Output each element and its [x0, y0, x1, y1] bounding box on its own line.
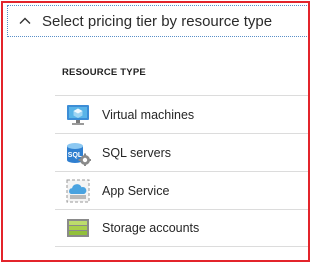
list-item-app-service[interactable]: App Service — [55, 171, 308, 209]
section-title: Select pricing tier by resource type — [42, 12, 273, 30]
column-header-resource-type: RESOURCE TYPE — [62, 67, 146, 78]
app-service-icon — [65, 178, 91, 204]
sql-server-icon: SQL — [65, 140, 91, 166]
list-item-sql-servers[interactable]: SQL SQL servers — [55, 133, 308, 171]
resource-type-list: Virtual machines SQL SQL servers App Ser… — [55, 95, 308, 247]
list-item-label: Storage accounts — [102, 221, 200, 235]
list-item-label: SQL servers — [102, 145, 172, 160]
list-item-label: App Service — [102, 183, 170, 198]
pricing-tier-section-header[interactable]: Select pricing tier by resource type — [7, 5, 308, 37]
storage-account-icon — [65, 215, 91, 241]
list-item-label: Virtual machines — [102, 107, 195, 122]
list-item-virtual-machines[interactable]: Virtual machines — [55, 95, 308, 133]
highlight-frame: Select pricing tier by resource type RES… — [1, 1, 310, 262]
chevron-up-icon[interactable] — [18, 14, 32, 28]
virtual-machine-icon — [65, 102, 91, 128]
list-item-storage-accounts[interactable]: Storage accounts — [55, 209, 308, 247]
